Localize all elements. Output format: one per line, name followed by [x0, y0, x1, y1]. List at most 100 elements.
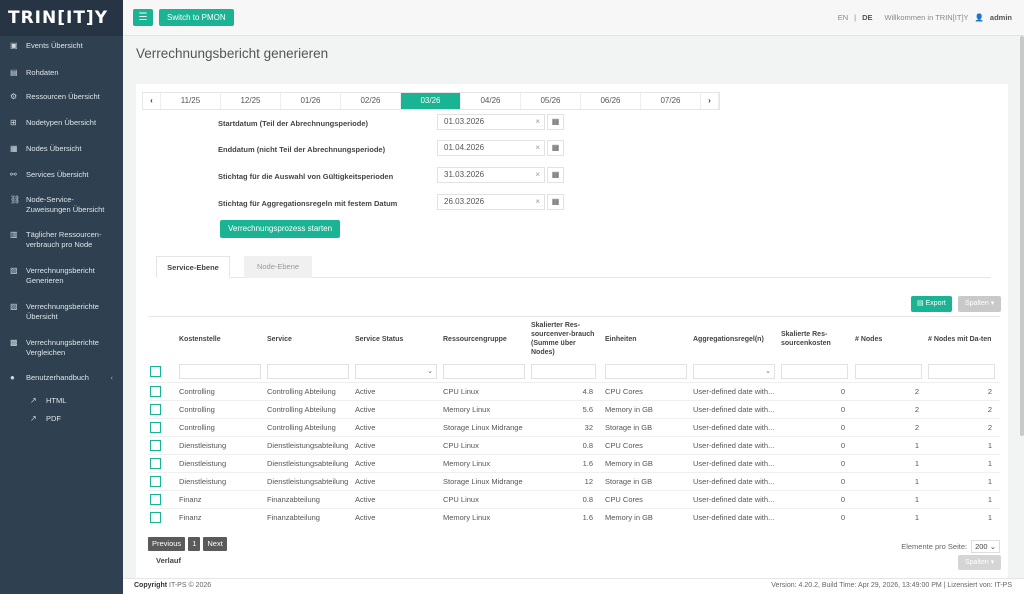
- page-scrollbar[interactable]: [1020, 36, 1024, 436]
- sidebar-subitem-2[interactable]: ↗ PDF: [0, 414, 123, 424]
- external-link-icon: ↗: [30, 396, 37, 405]
- column-header[interactable]: Ressourcengruppe: [443, 317, 528, 361]
- period-07-26[interactable]: 07/26: [641, 93, 701, 109]
- hamburger-icon: ☰: [138, 12, 148, 23]
- column-filter[interactable]: [855, 364, 922, 379]
- tab-node-level[interactable]: Node-Ebene: [244, 256, 312, 278]
- column-header[interactable]: Skalierter Res-sourcenver-brauch (Summe …: [531, 317, 599, 361]
- row-checkbox[interactable]: [150, 386, 161, 397]
- columns-button[interactable]: Spalten ▾: [958, 296, 1002, 312]
- column-header[interactable]: Kostenstelle: [179, 317, 264, 361]
- period-11-25[interactable]: 11/25: [161, 93, 221, 109]
- sidebar-item-9[interactable]: ▧ Verrechnungsbericht Generieren: [0, 266, 123, 286]
- calendar-icon[interactable]: ▦: [547, 140, 564, 156]
- column-filter[interactable]: [928, 364, 995, 379]
- previous-button[interactable]: Previous: [148, 537, 186, 551]
- period-06-26[interactable]: 06/26: [581, 93, 641, 109]
- sidebar-item-10[interactable]: ▨ Verrechnungsberichte Übersicht: [0, 302, 123, 322]
- calendar-icon[interactable]: ▦: [547, 114, 564, 130]
- column-filter[interactable]: [531, 364, 596, 379]
- column-filter[interactable]: [179, 364, 261, 379]
- lang-en-link[interactable]: EN: [838, 13, 848, 22]
- table-row[interactable]: Finanz Finanzabteilung Active Memory Linux 1…: [148, 508, 1000, 526]
- table-row[interactable]: Dienstleistung Dienstleistungsabteilung Ac…: [148, 436, 1000, 454]
- per-page-select[interactable]: 200 ⌄: [971, 540, 1000, 553]
- clear-icon[interactable]: ×: [535, 168, 540, 182]
- table-row[interactable]: Dienstleistung Dienstleistungsabteilung Ac…: [148, 472, 1000, 490]
- column-header[interactable]: Service Status: [355, 317, 440, 361]
- table-row[interactable]: Controlling Controlling Abteilung Active CP…: [148, 382, 1000, 400]
- column-filter[interactable]: ⌄: [355, 364, 437, 379]
- table-cell: Active: [355, 387, 376, 396]
- table-cell: 0: [840, 477, 845, 486]
- column-filter[interactable]: ⌄: [693, 364, 775, 379]
- period-05-26[interactable]: 05/26: [521, 93, 581, 109]
- select-all-checkbox[interactable]: [150, 366, 161, 377]
- sidebar-item-7[interactable]: ⛓ Node-Service-Zuweisungen Übersicht: [0, 195, 123, 215]
- table-row[interactable]: Controlling Controlling Abteilung Active St…: [148, 418, 1000, 436]
- row-checkbox[interactable]: [150, 476, 161, 487]
- table-row[interactable]: Finanz Finanzabteilung Active CPU Linux 0.8 C…: [148, 490, 1000, 508]
- row-checkbox[interactable]: [150, 494, 161, 505]
- period-03-26[interactable]: 03/26: [401, 93, 461, 109]
- calendar-icon[interactable]: ▦: [547, 194, 564, 210]
- sidebar-item-11[interactable]: ▩ Verrechnungsberichte Vergleichen: [0, 338, 123, 358]
- period-02-26[interactable]: 02/26: [341, 93, 401, 109]
- row-checkbox[interactable]: [150, 512, 161, 523]
- column-header[interactable]: Service: [267, 317, 352, 361]
- sidebar-subitem-1[interactable]: ↗ HTML: [0, 396, 123, 406]
- sidebar-item-6[interactable]: ⚯ Services Übersicht: [0, 170, 123, 180]
- sidebar-item-1[interactable]: ▣ Events Übersicht: [0, 41, 123, 51]
- column-filter[interactable]: [267, 364, 349, 379]
- column-header[interactable]: Aggregationsregel(n): [693, 317, 778, 361]
- date-input[interactable]: 31.03.2026 ×: [437, 167, 545, 183]
- page-1-button[interactable]: 1: [188, 537, 201, 551]
- date-input[interactable]: 01.04.2026 ×: [437, 140, 545, 156]
- sidebar-item-12[interactable]: ● Benutzerhandbuch ‹: [0, 373, 123, 383]
- switch-pmon-button[interactable]: Switch to PMON: [159, 9, 234, 26]
- next-button[interactable]: Next: [203, 537, 227, 551]
- column-filter[interactable]: [443, 364, 525, 379]
- row-checkbox[interactable]: [150, 404, 161, 415]
- period-01-26[interactable]: 01/26: [281, 93, 341, 109]
- history-columns-button[interactable]: Spalten ▾: [958, 555, 1002, 570]
- menu-toggle-button[interactable]: ☰: [133, 9, 153, 26]
- export-button[interactable]: ▤ Export: [911, 296, 952, 312]
- chevron-left-icon[interactable]: ‹: [143, 93, 161, 109]
- table-cell: CPU Linux: [443, 387, 479, 396]
- period-12-25[interactable]: 12/25: [221, 93, 281, 109]
- column-filter[interactable]: [781, 364, 848, 379]
- column-header[interactable]: # Nodes: [855, 317, 925, 361]
- date-input[interactable]: 01.03.2026 ×: [437, 114, 545, 130]
- tab-service-level[interactable]: Service-Ebene: [156, 256, 230, 278]
- sidebar-item-4[interactable]: ⊞ Nodetypen Übersicht: [0, 118, 123, 128]
- user-name[interactable]: admin: [990, 13, 1012, 22]
- start-billing-button[interactable]: Verrechnungsprozess starten: [220, 220, 341, 238]
- sidebar-item-3[interactable]: ⚙ Ressourcen Übersicht: [0, 92, 123, 102]
- row-checkbox[interactable]: [150, 458, 161, 469]
- clear-icon[interactable]: ×: [535, 141, 540, 155]
- calendar-icon[interactable]: ▦: [547, 167, 564, 183]
- sidebar-subitem-label: PDF: [46, 414, 61, 423]
- period-04-26[interactable]: 04/26: [461, 93, 521, 109]
- row-checkbox[interactable]: [150, 440, 161, 451]
- date-input[interactable]: 26.03.2026 ×: [437, 194, 545, 210]
- row-checkbox[interactable]: [150, 422, 161, 433]
- report-table: Kostenstelle Service Service Status Ressour…: [148, 316, 1000, 526]
- date-value: 31.03.2026: [444, 170, 485, 179]
- table-row[interactable]: Controlling Controlling Abteilung Active Me…: [148, 400, 1000, 418]
- column-header[interactable]: # Nodes mit Da-ten: [928, 317, 998, 361]
- sidebar-item-2[interactable]: ▤ Rohdaten: [0, 68, 123, 78]
- clear-icon[interactable]: ×: [535, 115, 540, 129]
- clear-icon[interactable]: ×: [535, 195, 540, 209]
- column-header[interactable]: Skalierte Res-sourcenkosten: [781, 317, 851, 361]
- column-filter[interactable]: [605, 364, 687, 379]
- chevron-down-icon: ⌄: [427, 368, 433, 375]
- table-row[interactable]: Dienstleistung Dienstleistungsabteilung Ac…: [148, 454, 1000, 472]
- sidebar-item-5[interactable]: ▦ Nodes Übersicht: [0, 144, 123, 154]
- sidebar-item-8[interactable]: ▥ Täglicher Ressourcen-verbrauch pro Node: [0, 230, 123, 250]
- lang-de-link[interactable]: DE: [862, 13, 872, 22]
- logo[interactable]: TRIN[IT]Y: [0, 0, 123, 36]
- column-header[interactable]: Einheiten: [605, 317, 690, 361]
- chevron-right-icon[interactable]: ›: [701, 93, 719, 109]
